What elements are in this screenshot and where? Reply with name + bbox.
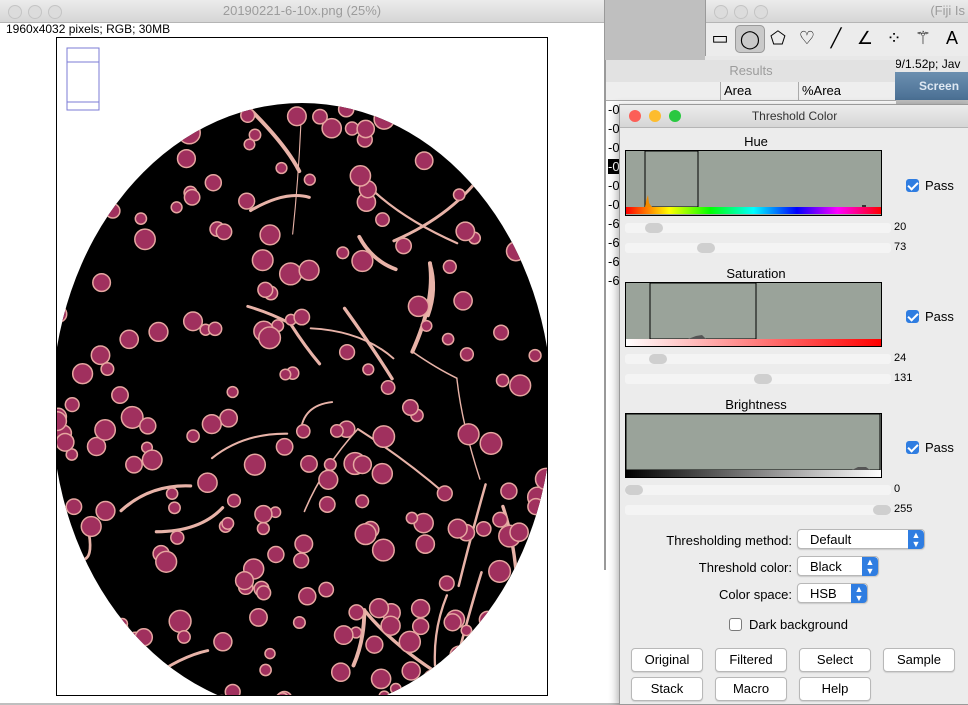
brightness-pass-label: Pass <box>925 440 954 455</box>
zoom-window-icon[interactable] <box>669 110 681 122</box>
freehand-tool-icon[interactable]: ♡ <box>793 25 821 51</box>
version-text: 9/1.52p; Jav <box>895 57 961 71</box>
saturation-pass[interactable]: Pass <box>906 309 954 324</box>
hue-max-value: 73 <box>894 241 907 253</box>
sample-button[interactable]: Sample <box>883 648 955 672</box>
brightness-histogram <box>625 413 882 478</box>
threshold-color-dialog[interactable]: Threshold Color Hue Pass 20 73 Saturatio… <box>619 104 968 705</box>
saturation-label: Saturation <box>726 266 786 281</box>
hue-min-slider[interactable] <box>625 223 891 233</box>
thresholding-method-label: Thresholding method: <box>666 533 792 548</box>
saturation-min-value: 24 <box>894 352 907 364</box>
thresholding-method-select[interactable]: Default ▲ ▼ <box>797 529 925 549</box>
brightness-max-slider[interactable] <box>625 505 891 515</box>
dark-background-option[interactable]: Dark background <box>729 617 848 632</box>
saturation-pass-checkbox[interactable] <box>906 310 919 323</box>
text-tool-icon[interactable]: A <box>938 25 966 51</box>
color-space-label: Color space: <box>719 587 792 602</box>
threshold-color-label: Threshold color: <box>698 560 792 575</box>
dark-background-checkbox[interactable] <box>729 618 742 631</box>
rectangle-tool-icon[interactable]: ▭ <box>706 25 734 51</box>
column-area[interactable]: Area <box>720 82 796 100</box>
select-arrows-icon: ▲ ▼ <box>862 557 878 576</box>
hue-max-thumb[interactable] <box>697 243 715 253</box>
zoom-window-icon[interactable] <box>754 5 768 19</box>
macro-button[interactable]: Macro <box>715 677 787 701</box>
point-tool-icon[interactable]: ⁘ <box>880 25 908 51</box>
stack-button[interactable]: Stack <box>631 677 703 701</box>
brightness-max-thumb[interactable] <box>873 505 891 515</box>
original-button[interactable]: Original <box>631 648 703 672</box>
select-button[interactable]: Select <box>799 648 871 672</box>
saturation-histogram <box>625 282 882 347</box>
results-title: Results <box>606 60 896 83</box>
filtered-button[interactable]: Filtered <box>715 648 787 672</box>
saturation-min-slider[interactable] <box>625 354 891 364</box>
hue-pass-checkbox[interactable] <box>906 179 919 192</box>
saturation-pass-label: Pass <box>925 309 954 324</box>
hue-max-slider[interactable] <box>625 243 891 253</box>
thresholding-method-value: Default <box>810 532 852 547</box>
image-window[interactable]: 20190221-6-10x.png (25%) 1960x4032 pixel… <box>0 0 605 703</box>
hue-pass[interactable]: Pass <box>906 178 954 193</box>
navigator-rect <box>66 47 100 111</box>
brightness-pass[interactable]: Pass <box>906 440 954 455</box>
hue-pass-label: Pass <box>925 178 954 193</box>
zoom-window-icon[interactable] <box>48 5 62 19</box>
threshold-color-select[interactable]: Black ▲ ▼ <box>797 556 879 576</box>
minimize-icon[interactable] <box>28 5 42 19</box>
saturation-max-value: 131 <box>894 372 913 384</box>
close-icon[interactable] <box>629 110 641 122</box>
brightness-max-value: 255 <box>894 503 913 515</box>
brightness-min-thumb[interactable] <box>625 485 643 495</box>
hue-min-thumb[interactable] <box>645 223 663 233</box>
saturation-max-thumb[interactable] <box>754 374 772 384</box>
threshold-color-value: Black <box>810 559 842 574</box>
brightness-label: Brightness <box>725 397 787 412</box>
hue-label: Hue <box>744 134 768 149</box>
image-info: 1960x4032 pixels; RGB; 30MB <box>6 22 171 36</box>
close-icon[interactable] <box>8 5 22 19</box>
help-button[interactable]: Help <box>799 677 871 701</box>
minimize-icon[interactable] <box>649 110 661 122</box>
results-header: Area %Area <box>606 82 896 101</box>
dark-background-label: Dark background <box>749 617 848 632</box>
image-canvas[interactable] <box>56 37 548 696</box>
line-tool-icon[interactable]: ╱ <box>822 25 850 51</box>
hue-histogram <box>625 150 882 216</box>
polygon-tool-icon[interactable]: ⬠ <box>764 25 792 51</box>
screen-strip: Screen S <box>895 72 968 121</box>
select-arrows-icon: ▲ ▼ <box>851 584 867 603</box>
image-window-title: 20190221-6-10x.png (25%) <box>0 0 604 23</box>
brightness-pass-checkbox[interactable] <box>906 441 919 454</box>
saturation-min-thumb[interactable] <box>649 354 667 364</box>
color-space-select[interactable]: HSB ▲ ▼ <box>797 583 868 603</box>
fiji-toolbar: (Fiji Is ▭◯⬠♡╱∠⁘⚚A◌ <box>705 0 968 57</box>
color-space-value: HSB <box>810 586 837 601</box>
close-icon[interactable] <box>714 5 728 19</box>
brightness-min-value: 0 <box>894 483 901 495</box>
brightness-min-slider[interactable] <box>625 485 891 495</box>
wand-tool-icon[interactable]: ⚚ <box>909 25 937 51</box>
select-arrows-icon: ▲ ▼ <box>908 530 924 549</box>
column-percent-area[interactable]: %Area <box>798 82 862 100</box>
minimize-icon[interactable] <box>734 5 748 19</box>
angle-tool-icon[interactable]: ∠ <box>851 25 879 51</box>
micrograph-image <box>57 47 547 695</box>
saturation-max-slider[interactable] <box>625 374 891 384</box>
hue-min-value: 20 <box>894 221 907 233</box>
oval-tool-icon[interactable]: ◯ <box>735 25 765 53</box>
